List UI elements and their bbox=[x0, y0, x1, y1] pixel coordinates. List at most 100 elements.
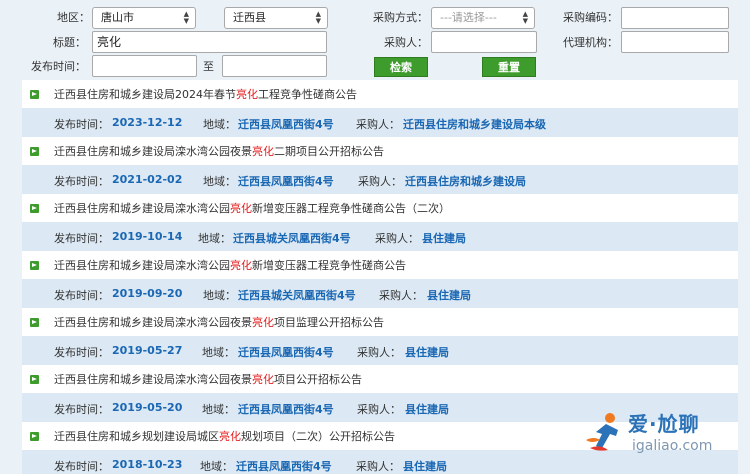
buyer-label: 采购人： bbox=[358, 175, 402, 188]
arrow-bullet-icon bbox=[30, 318, 39, 327]
published-label: 发布时间： bbox=[54, 118, 109, 131]
city-select-value: 唐山市 bbox=[101, 11, 134, 24]
county-select[interactable]: 迁西县 ▲ ▼ bbox=[224, 7, 328, 29]
result-title-row[interactable]: 迁西县住房和城乡建设局滦水湾公园夜景亮化项目监理公开招标公告 bbox=[22, 308, 738, 336]
region-value: 迁西县城关凤凰西街4号 bbox=[233, 232, 351, 245]
title-input[interactable]: 亮化 bbox=[92, 31, 327, 53]
published-date: 2023-12-12 bbox=[112, 116, 183, 129]
buyer-value: 县住建局 bbox=[403, 460, 447, 473]
region-label: 地域： bbox=[200, 460, 233, 473]
buyer-value: 县住建局 bbox=[405, 403, 449, 416]
keyword-highlight: 亮化 bbox=[252, 145, 274, 158]
region-value: 迁西县凤凰西街4号 bbox=[238, 346, 334, 359]
date-label: 发布时间： bbox=[31, 60, 86, 73]
published-date: 2019-05-27 bbox=[112, 344, 183, 357]
result-title-link[interactable]: 迁西县住房和城乡建设局滦水湾公园夜景亮化项目公开招标公告 bbox=[54, 371, 362, 387]
result-meta-row: 发布时间： 2019-05-27 地域： 迁西县凤凰西街4号 采购人： 县住建局 bbox=[22, 336, 738, 365]
result-title-row[interactable]: 迁西县住房和城乡建设局滦水湾公园亮化新增变压器工程竞争性磋商公告（二次） bbox=[22, 194, 738, 222]
published-label: 发布时间： bbox=[54, 289, 109, 302]
select-arrows-icon: ▲ ▼ bbox=[522, 10, 528, 25]
region-value: 迁西县凤凰西街4号 bbox=[238, 175, 334, 188]
published-date: 2019-09-20 bbox=[112, 287, 183, 300]
search-button[interactable]: 检索 bbox=[374, 57, 428, 77]
published-date: 2021-02-02 bbox=[112, 173, 183, 186]
arrow-bullet-icon bbox=[30, 432, 39, 441]
result-title-row[interactable]: 迁西县住房和城乡建设局滦水湾公园亮化新增变压器工程竞争性磋商公告 bbox=[22, 251, 738, 279]
method-select[interactable]: ---请选择--- ▲ ▼ bbox=[431, 7, 535, 29]
method-label: 采购方式： bbox=[373, 11, 428, 24]
keyword-highlight: 亮化 bbox=[252, 373, 274, 386]
buyer-value: 县住建局 bbox=[405, 346, 449, 359]
keyword-highlight: 亮化 bbox=[219, 430, 241, 443]
search-filter-panel: 地区： 唐山市 ▲ ▼ 迁西县 ▲ ▼ 采购方式： ---请选择--- ▲ ▼ 采购编… bbox=[0, 0, 750, 80]
arrow-bullet-icon bbox=[30, 90, 39, 99]
region-label: 地区： bbox=[57, 11, 90, 24]
result-meta-row: 发布时间： 2021-02-02 地域： 迁西县凤凰西街4号 采购人： 迁西县住… bbox=[22, 165, 738, 194]
region-value: 迁西县凤凰西街4号 bbox=[236, 460, 332, 473]
buyer-label: 采购人： bbox=[379, 289, 423, 302]
arrow-bullet-icon bbox=[30, 147, 39, 156]
buyer-label: 采购人： bbox=[384, 36, 428, 49]
result-meta-row: 发布时间： 2019-09-20 地域： 迁西县城关凤凰西街4号 采购人： 县住… bbox=[22, 279, 738, 308]
keyword-highlight: 亮化 bbox=[230, 259, 252, 272]
result-title-row[interactable]: 迁西县住房和城乡建设局2024年春节亮化工程竞争性磋商公告 bbox=[22, 80, 738, 108]
date-to-label: 至 bbox=[203, 60, 214, 73]
result-title-link[interactable]: 迁西县住房和城乡建设局滦水湾公园亮化新增变压器工程竞争性磋商公告 bbox=[54, 257, 406, 273]
result-title-row[interactable]: 迁西县住房和城乡建设局滦水湾公园夜景亮化项目公开招标公告 bbox=[22, 365, 738, 393]
published-date: 2018-10-23 bbox=[112, 458, 183, 471]
published-label: 发布时间： bbox=[54, 346, 109, 359]
select-arrows-icon: ▲ ▼ bbox=[183, 10, 189, 25]
buyer-label: 采购人： bbox=[357, 346, 401, 359]
region-label: 地域： bbox=[203, 289, 236, 302]
city-select[interactable]: 唐山市 ▲ ▼ bbox=[92, 7, 196, 29]
code-input[interactable] bbox=[621, 7, 729, 29]
watermark-brand: 爱·尬聊 bbox=[628, 412, 700, 436]
result-title-row[interactable]: 迁西县住房和城乡建设局滦水湾公园夜景亮化二期项目公开招标公告 bbox=[22, 137, 738, 165]
published-label: 发布时间： bbox=[54, 232, 109, 245]
result-title-link[interactable]: 迁西县住房和城乡建设局滦水湾公园夜景亮化项目监理公开招标公告 bbox=[54, 314, 384, 330]
result-meta-row: 发布时间： 2019-10-14 地域： 迁西县城关凤凰西街4号 采购人： 县住… bbox=[22, 222, 738, 251]
title-label: 标题： bbox=[53, 36, 86, 49]
keyword-highlight: 亮化 bbox=[252, 316, 274, 329]
agency-input[interactable] bbox=[621, 31, 729, 53]
published-label: 发布时间： bbox=[54, 460, 109, 473]
buyer-label: 采购人： bbox=[357, 403, 401, 416]
published-label: 发布时间： bbox=[54, 175, 109, 188]
region-value: 迁西县凤凰西街4号 bbox=[238, 118, 334, 131]
county-select-value: 迁西县 bbox=[233, 11, 266, 24]
buyer-label: 采购人： bbox=[356, 118, 400, 131]
region-value: 迁西县城关凤凰西街4号 bbox=[238, 289, 356, 302]
region-label: 地域： bbox=[202, 403, 235, 416]
result-title-link[interactable]: 迁西县住房和城乡规划建设局城区亮化规划项目（二次）公开招标公告 bbox=[54, 428, 395, 444]
arrow-bullet-icon bbox=[30, 204, 39, 213]
buyer-value: 迁西县住房和城乡建设局本级 bbox=[403, 118, 546, 131]
runner-logo-icon bbox=[586, 413, 618, 451]
result-title-link[interactable]: 迁西县住房和城乡建设局滦水湾公园亮化新增变压器工程竞争性磋商公告（二次） bbox=[54, 200, 450, 216]
method-select-value: ---请选择--- bbox=[440, 11, 497, 24]
date-to-input[interactable] bbox=[222, 55, 327, 77]
buyer-value: 迁西县住房和城乡建设局 bbox=[405, 175, 526, 188]
region-label: 地域： bbox=[198, 232, 231, 245]
buyer-value: 县住建局 bbox=[427, 289, 471, 302]
select-arrows-icon: ▲ ▼ bbox=[315, 10, 321, 25]
buyer-input[interactable] bbox=[431, 31, 537, 53]
watermark-domain: igaliao.com bbox=[632, 438, 713, 454]
published-date: 2019-10-14 bbox=[112, 230, 183, 243]
reset-button[interactable]: 重置 bbox=[482, 57, 536, 77]
watermark-logo: 爱·尬聊 igaliao.com bbox=[582, 406, 742, 462]
result-title-link[interactable]: 迁西县住房和城乡建设局2024年春节亮化工程竞争性磋商公告 bbox=[54, 86, 357, 102]
buyer-label: 采购人： bbox=[375, 232, 419, 245]
published-date: 2019-05-20 bbox=[112, 401, 183, 414]
region-label: 地域： bbox=[203, 118, 236, 131]
keyword-highlight: 亮化 bbox=[230, 202, 252, 215]
buyer-label: 采购人： bbox=[356, 460, 400, 473]
buyer-value: 县住建局 bbox=[422, 232, 466, 245]
region-value: 迁西县凤凰西街4号 bbox=[238, 403, 334, 416]
result-title-link[interactable]: 迁西县住房和城乡建设局滦水湾公园夜景亮化二期项目公开招标公告 bbox=[54, 143, 384, 159]
date-from-input[interactable] bbox=[92, 55, 197, 77]
result-meta-row: 发布时间： 2023-12-12 地域： 迁西县凤凰西街4号 采购人： 迁西县住… bbox=[22, 108, 738, 137]
keyword-highlight: 亮化 bbox=[236, 88, 258, 101]
code-label: 采购编码： bbox=[563, 11, 618, 24]
arrow-bullet-icon bbox=[30, 261, 39, 270]
agency-label: 代理机构： bbox=[563, 36, 618, 49]
